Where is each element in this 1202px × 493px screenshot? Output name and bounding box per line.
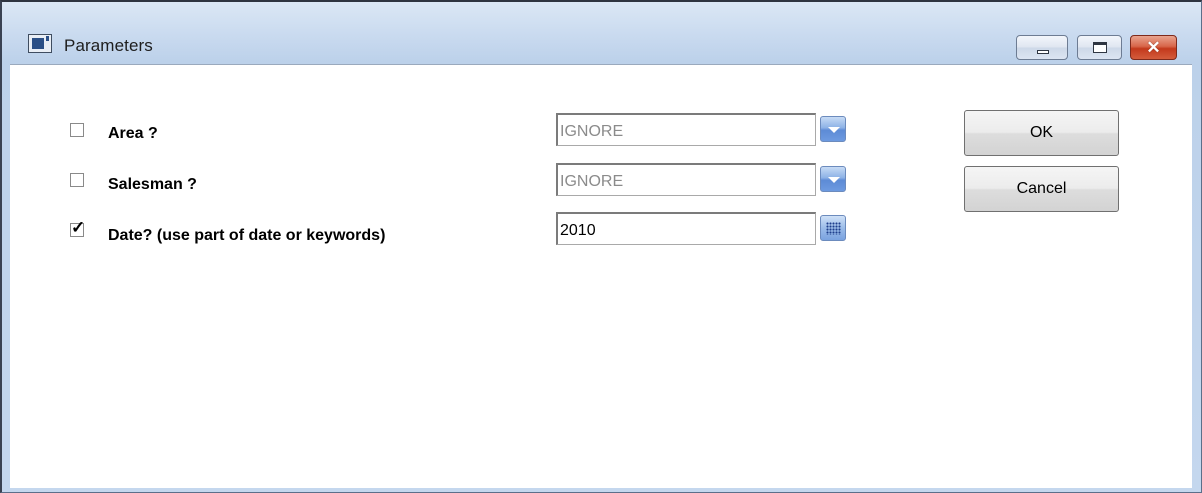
checkmark-icon: ✓	[71, 218, 86, 237]
salesman-value: IGNORE	[560, 173, 624, 190]
area-value: IGNORE	[560, 123, 624, 140]
date-calendar-button[interactable]	[820, 215, 846, 241]
app-window-icon	[28, 34, 52, 53]
dialog-body: Area ? IGNORE Salesman ? IGNORE ✓ Date? …	[10, 64, 1192, 488]
dropdown-arrow-icon	[828, 177, 840, 183]
area-field[interactable]: IGNORE	[556, 113, 816, 146]
salesman-checkbox[interactable]	[70, 173, 84, 187]
calendar-icon	[826, 222, 841, 235]
minimize-icon	[1037, 50, 1049, 54]
ok-button[interactable]: OK	[964, 110, 1119, 156]
close-icon: ✕	[1146, 37, 1161, 57]
date-value: 2010	[560, 222, 596, 239]
parameters-dialog: Parameters ✕ Area ? IGNORE Salesman ? IG…	[0, 0, 1202, 493]
area-label: Area ?	[108, 125, 158, 142]
salesman-field[interactable]: IGNORE	[556, 163, 816, 196]
date-checkbox[interactable]: ✓	[70, 219, 85, 237]
minimize-button[interactable]	[1016, 35, 1068, 60]
salesman-dropdown-button[interactable]	[820, 166, 846, 192]
window-title: Parameters	[64, 36, 153, 55]
dropdown-arrow-icon	[828, 127, 840, 133]
maximize-button[interactable]	[1077, 35, 1122, 60]
area-dropdown-button[interactable]	[820, 116, 846, 142]
date-label: Date? (use part of date or keywords)	[108, 227, 386, 244]
salesman-label: Salesman ?	[108, 176, 197, 193]
area-checkbox[interactable]	[70, 123, 84, 137]
maximize-icon	[1093, 42, 1107, 53]
date-field[interactable]: 2010	[556, 212, 816, 245]
cancel-button[interactable]: Cancel	[964, 166, 1119, 212]
title-bar[interactable]: Parameters ✕	[2, 2, 1202, 60]
close-button[interactable]: ✕	[1130, 35, 1177, 60]
